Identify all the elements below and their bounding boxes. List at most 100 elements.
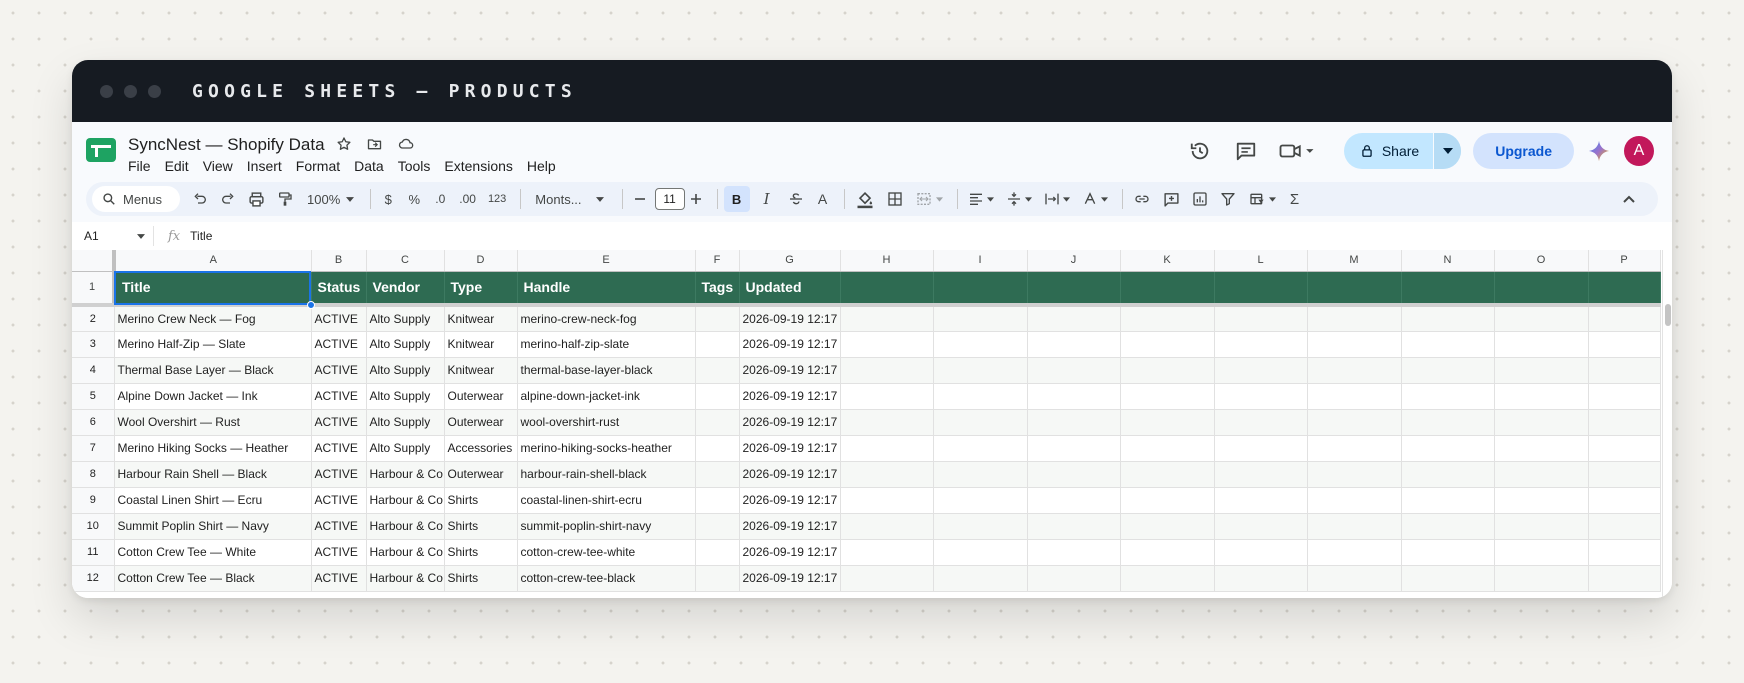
- cell[interactable]: [1401, 461, 1495, 488]
- header-cell-updated[interactable]: Updated: [739, 271, 841, 307]
- column-header[interactable]: I: [933, 250, 1028, 272]
- cell[interactable]: Summit Poplin Shirt — Navy: [114, 513, 312, 540]
- menu-search[interactable]: Menus: [92, 186, 180, 212]
- comments-icon[interactable]: [1228, 133, 1264, 169]
- cell[interactable]: Harbour & Co: [366, 565, 445, 592]
- font-family-select[interactable]: Monts...: [527, 186, 611, 212]
- cell[interactable]: [1494, 487, 1589, 514]
- scrollbar-thumb[interactable]: [1665, 304, 1671, 326]
- vertical-scrollbar[interactable]: [1662, 250, 1672, 598]
- cell[interactable]: Coastal Linen Shirt — Ecru: [114, 487, 312, 514]
- cell[interactable]: [1588, 409, 1661, 436]
- name-box[interactable]: A1: [72, 226, 154, 246]
- cell[interactable]: coastal-linen-shirt-ecru: [517, 487, 696, 514]
- column-header[interactable]: H: [840, 250, 934, 272]
- cell[interactable]: [1494, 435, 1589, 462]
- row-number[interactable]: 11: [72, 539, 115, 566]
- header-cell-vendor[interactable]: Vendor: [366, 271, 445, 307]
- cell[interactable]: summit-poplin-shirt-navy: [517, 513, 696, 540]
- cell[interactable]: [1307, 539, 1402, 566]
- menu-insert[interactable]: Insert: [247, 158, 282, 174]
- text-rotation-icon[interactable]: [1078, 186, 1112, 212]
- cell[interactable]: Alpine Down Jacket — Ink: [114, 383, 312, 410]
- cell[interactable]: Harbour & Co: [366, 461, 445, 488]
- cell[interactable]: [1120, 565, 1215, 592]
- cell[interactable]: ACTIVE: [311, 357, 367, 384]
- header-cell-handle[interactable]: Handle: [517, 271, 696, 307]
- cell[interactable]: Merino Crew Neck — Fog: [114, 305, 312, 332]
- cell[interactable]: Cotton Crew Tee — White: [114, 539, 312, 566]
- cell[interactable]: [1120, 513, 1215, 540]
- cell[interactable]: [1588, 487, 1661, 514]
- cell[interactable]: [1588, 305, 1661, 332]
- column-header[interactable]: C: [366, 250, 445, 272]
- cell[interactable]: [840, 305, 934, 332]
- header-cell-tags[interactable]: Tags: [695, 271, 740, 307]
- column-header[interactable]: K: [1120, 250, 1215, 272]
- cell[interactable]: [1307, 565, 1402, 592]
- cell[interactable]: merino-crew-neck-fog: [517, 305, 696, 332]
- cell[interactable]: Knitwear: [444, 357, 518, 384]
- cell[interactable]: [1494, 565, 1589, 592]
- sheets-logo-icon[interactable]: [86, 138, 116, 162]
- cell[interactable]: Outerwear: [444, 461, 518, 488]
- cell[interactable]: [1588, 461, 1661, 488]
- cell[interactable]: ACTIVE: [311, 487, 367, 514]
- cell[interactable]: Harbour Rain Shell — Black: [114, 461, 312, 488]
- cell[interactable]: [1214, 461, 1308, 488]
- cell[interactable]: [840, 383, 934, 410]
- cell[interactable]: Alto Supply: [366, 435, 445, 462]
- functions-button[interactable]: Σ: [1284, 186, 1306, 212]
- cell[interactable]: [1307, 305, 1402, 332]
- cell[interactable]: [1494, 461, 1589, 488]
- cell[interactable]: [1214, 357, 1308, 384]
- cell[interactable]: ACTIVE: [311, 435, 367, 462]
- cell[interactable]: Thermal Base Layer — Black: [114, 357, 312, 384]
- row-number[interactable]: 2: [72, 305, 115, 332]
- merge-cells-icon[interactable]: [911, 186, 947, 212]
- column-header[interactable]: N: [1401, 250, 1495, 272]
- cell[interactable]: Shirts: [444, 565, 518, 592]
- cell[interactable]: 2026-09-19 12:17: [739, 487, 841, 514]
- cell[interactable]: Alto Supply: [366, 383, 445, 410]
- cell[interactable]: [1214, 435, 1308, 462]
- cell[interactable]: [1120, 383, 1215, 410]
- cell[interactable]: Shirts: [444, 487, 518, 514]
- close-window-dot[interactable]: [100, 84, 113, 98]
- text-color-button[interactable]: A: [812, 186, 834, 212]
- decrease-decimal-button[interactable]: .0: [429, 186, 451, 212]
- cell[interactable]: [695, 539, 740, 566]
- cell[interactable]: [1027, 461, 1121, 488]
- gemini-sparkle-icon[interactable]: [1588, 140, 1610, 162]
- cell[interactable]: [695, 435, 740, 462]
- header-cell[interactable]: [840, 271, 934, 307]
- cell[interactable]: [933, 539, 1028, 566]
- cell[interactable]: [1027, 487, 1121, 514]
- cell[interactable]: merino-hiking-socks-heather: [517, 435, 696, 462]
- cell[interactable]: 2026-09-19 12:17: [739, 383, 841, 410]
- cell[interactable]: 2026-09-19 12:17: [739, 357, 841, 384]
- cell[interactable]: [1401, 331, 1495, 358]
- header-cell-type[interactable]: Type: [444, 271, 518, 307]
- cell[interactable]: ACTIVE: [311, 331, 367, 358]
- zoom-select[interactable]: 100%: [301, 186, 360, 212]
- row-number[interactable]: 5: [72, 383, 115, 410]
- cell[interactable]: ACTIVE: [311, 409, 367, 436]
- menu-view[interactable]: View: [203, 158, 233, 174]
- cell[interactable]: [1401, 305, 1495, 332]
- doc-title[interactable]: SyncNest — Shopify Data: [128, 135, 325, 155]
- cell[interactable]: ACTIVE: [311, 461, 367, 488]
- cloud-saved-icon[interactable]: [397, 136, 415, 152]
- cell[interactable]: [1214, 409, 1308, 436]
- cell[interactable]: cotton-crew-tee-white: [517, 539, 696, 566]
- cell[interactable]: [695, 565, 740, 592]
- cell[interactable]: [1307, 331, 1402, 358]
- cell[interactable]: [1120, 539, 1215, 566]
- menu-tools[interactable]: Tools: [398, 158, 431, 174]
- cell[interactable]: [1401, 565, 1495, 592]
- cell[interactable]: [1588, 539, 1661, 566]
- cell[interactable]: [1214, 487, 1308, 514]
- cell[interactable]: [1120, 487, 1215, 514]
- select-all-corner[interactable]: [72, 250, 116, 272]
- decrease-font-size-icon[interactable]: [629, 186, 651, 212]
